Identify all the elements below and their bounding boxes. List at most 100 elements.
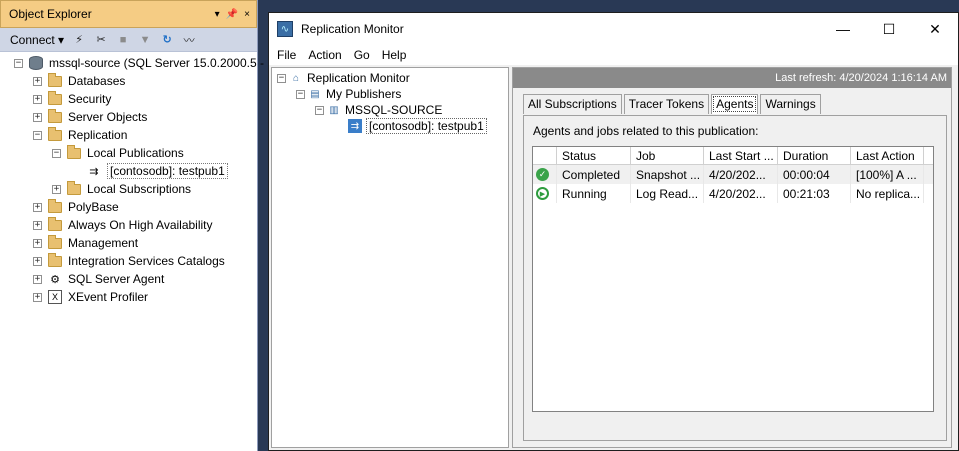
folder-icon [48,126,62,141]
tree-node-label: Replication Monitor [307,71,410,85]
tree-node-databases[interactable]: + Databases [33,72,125,90]
tab-warnings[interactable]: Warnings [760,94,821,114]
tab-agents[interactable]: Agents [711,94,759,114]
expand-toggle[interactable]: + [33,94,42,104]
tree-node-server[interactable]: − mssql-source (SQL Server 15.0.2000.5 - [14,54,264,72]
cell-job: Snapshot ... [631,165,704,184]
connect-plug-icon[interactable]: ⚡ [72,33,86,47]
tree-node-always-on[interactable]: + Always On High Availability [33,216,213,234]
window-position-dropdown-icon[interactable]: ▾ [215,9,220,20]
expand-toggle[interactable]: + [33,112,42,122]
folder-icon [48,252,62,267]
collapse-toggle[interactable]: − [296,89,305,99]
menu-bar: File Action Go Help [269,45,958,65]
expand-toggle[interactable]: + [33,256,42,266]
close-panel-icon[interactable]: × [244,9,250,20]
column-header-duration[interactable]: Duration [778,147,851,164]
expand-toggle[interactable]: + [33,274,42,284]
xevent-profiler-icon: X [48,290,62,304]
publishers-icon: ▤ [310,88,320,100]
expand-toggle[interactable]: + [33,202,42,212]
tree-node-publication-testpub1[interactable]: ⇉ [contosodb]: testpub1 [87,162,228,180]
activity-monitor-icon[interactable]: 〰 [182,33,196,47]
tree-node-label: Local Publications [87,146,184,160]
table-row[interactable]: ▶ Running Log Read... 4/20/202... 00:21:… [533,184,933,203]
expand-toggle[interactable]: + [33,238,42,248]
tree-node-security[interactable]: + Security [33,90,111,108]
tree-node-replication[interactable]: − Replication [33,126,127,144]
replication-monitor-icon: ⌂ [292,72,300,84]
object-explorer-titlebar: Object Explorer ▾ 📌 × [0,0,257,28]
menu-go[interactable]: Go [348,48,376,62]
collapse-toggle[interactable]: − [33,130,42,140]
tree-node-label: Server Objects [68,110,148,124]
tree-node-polybase[interactable]: + PolyBase [33,198,119,216]
menu-file[interactable]: File [271,48,302,62]
expand-toggle[interactable]: + [52,184,61,194]
refresh-icon[interactable]: ↻ [160,33,174,47]
tree-node-label: My Publishers [326,87,402,101]
close-button[interactable]: ✕ [912,13,958,45]
last-refresh-text: Last refresh: 4/20/2024 1:16:14 AM [775,72,947,84]
tree-node-publication[interactable]: ⇉ [contosodb]: testpub1 [348,118,487,134]
tree-node-replication-monitor[interactable]: − ⌂ Replication Monitor [277,70,410,86]
folder-icon [48,198,62,213]
collapse-toggle[interactable]: − [277,73,286,83]
collapse-toggle[interactable]: − [52,148,61,158]
tree-node-label: SQL Server Agent [68,272,165,286]
cell-status: Running [557,184,631,203]
object-explorer-panel: Object Explorer ▾ 📌 × Connect ▾ ⚡ ✂ ■ ▼ … [0,0,264,451]
cell-last-action: No replica... [851,184,924,203]
stop-icon[interactable]: ■ [116,33,130,47]
column-header-status[interactable]: Status [557,147,631,164]
tree-node-label: [contosodb]: testpub1 [366,118,487,134]
folder-icon [48,72,62,87]
tree-node-label: Local Subscriptions [87,182,192,196]
sql-agent-icon: ⚙ [50,273,60,286]
table-row[interactable]: ✓ Completed Snapshot ... 4/20/202... 00:… [533,165,933,184]
column-header-last-action[interactable]: Last Action [851,147,924,164]
cell-duration: 00:21:03 [778,184,851,203]
agents-tab-panel: Agents and jobs related to this publicat… [523,115,947,441]
tree-node-label: Databases [68,74,126,88]
folder-icon [67,180,81,195]
tree-node-server-objects[interactable]: + Server Objects [33,108,147,126]
collapse-toggle[interactable]: − [315,105,324,115]
replication-monitor-app-icon: ∿ [277,21,293,37]
tree-node-label: MSSQL-SOURCE [345,103,443,117]
connect-button[interactable]: Connect ▾ [10,33,64,47]
tree-node-label: Integration Services Catalogs [68,254,225,268]
maximize-button[interactable]: ☐ [866,13,912,45]
column-header-last-start[interactable]: Last Start ... [704,147,778,164]
expand-toggle[interactable]: + [33,292,42,302]
collapse-toggle[interactable]: − [14,58,23,68]
column-header-icon[interactable] [533,147,557,164]
tab-tracer-tokens[interactable]: Tracer Tokens [623,94,710,114]
publication-icon: ⇉ [89,165,99,178]
tree-node-management[interactable]: + Management [33,234,138,252]
menu-action[interactable]: Action [302,48,347,62]
folder-icon [48,234,62,249]
tree-node-local-subscriptions[interactable]: + Local Subscriptions [52,180,191,198]
object-explorer-toolbar: Connect ▾ ⚡ ✂ ■ ▼ ↻ 〰 [0,28,257,52]
menu-help[interactable]: Help [376,48,413,62]
minimize-button[interactable]: — [820,13,866,45]
tree-node-local-publications[interactable]: − Local Publications [52,144,184,162]
last-refresh-bar: Last refresh: 4/20/2024 1:16:14 AM [513,68,951,88]
column-header-job[interactable]: Job [631,147,704,164]
tree-node-sql-server-agent[interactable]: + ⚙ SQL Server Agent [33,270,164,288]
folder-icon [48,90,62,105]
tree-node-xevent-profiler[interactable]: + X XEvent Profiler [33,288,148,306]
tree-node-my-publishers[interactable]: − ▤ My Publishers [296,86,401,102]
tab-all-subscriptions[interactable]: All Subscriptions [523,94,622,114]
tree-node-integration-services[interactable]: + Integration Services Catalogs [33,252,225,270]
expand-toggle[interactable]: + [33,76,42,86]
filter-icon[interactable]: ▼ [138,33,152,47]
replication-monitor-window: ∿ Replication Monitor — ☐ ✕ File Action … [268,12,959,451]
disconnect-icon[interactable]: ✂ [94,33,108,47]
tree-node-mssql-source[interactable]: − ▥ MSSQL-SOURCE [315,102,442,118]
tree-node-label: Security [68,92,112,106]
expand-toggle[interactable]: + [33,220,42,230]
cell-duration: 00:00:04 [778,165,851,184]
auto-hide-pin-icon[interactable]: 📌 [226,9,238,20]
